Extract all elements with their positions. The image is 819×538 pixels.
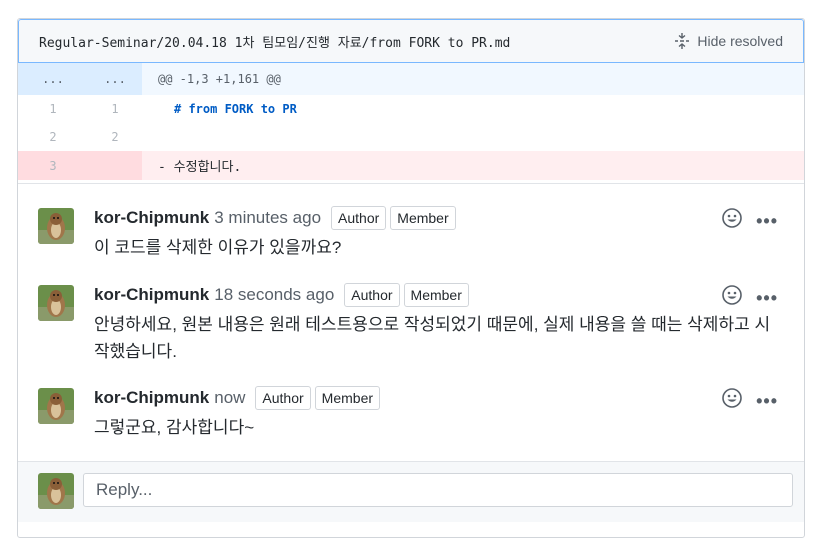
line-number-right[interactable]: 1 — [88, 95, 142, 123]
member-badge: Member — [390, 206, 456, 230]
line-number-right[interactable]: 2 — [88, 123, 142, 151]
more-options-icon[interactable]: ••• — [756, 212, 778, 230]
hide-resolved-label: Hide resolved — [697, 33, 783, 49]
hide-resolved-button[interactable]: Hide resolved — [673, 32, 783, 50]
hunk-expand-right[interactable]: ... — [88, 63, 142, 95]
comment-header: kor-Chipmunk 3 minutes ago Author Member — [94, 206, 460, 230]
code-line: # from FORK to PR — [174, 102, 297, 116]
reply-input[interactable]: Reply... — [83, 473, 793, 507]
diff-table: ... ... @@ -1,3 +1,161 @@ 1 1 # from FOR… — [18, 63, 804, 180]
hunk-row: ... ... @@ -1,3 +1,161 @@ — [18, 63, 804, 95]
line-number-left[interactable]: 3 — [18, 151, 88, 180]
comment-actions: ••• — [722, 285, 778, 310]
comment-author[interactable]: kor-Chipmunk — [94, 388, 209, 408]
author-badge: Author — [255, 386, 311, 410]
line-number-left[interactable]: 1 — [18, 95, 88, 123]
member-badge: Member — [314, 386, 381, 410]
comment-header: kor-Chipmunk now Author Member — [94, 386, 384, 410]
review-thread-panel: Regular-Seminar/20.04.18 1차 팀모임/진행 자료/fr… — [17, 18, 805, 538]
comment-thread: kor-Chipmunk 3 minutes ago Author Member… — [18, 183, 804, 462]
hunk-expand-left[interactable]: ... — [18, 63, 88, 95]
comment-body: 그렇군요, 감사합니다~ — [94, 418, 255, 437]
add-reaction-icon[interactable] — [722, 208, 742, 233]
comment-time[interactable]: now — [214, 388, 245, 408]
avatar[interactable] — [38, 285, 74, 321]
reply-bar: Reply... — [18, 461, 804, 522]
member-badge: Member — [403, 283, 469, 307]
avatar[interactable] — [38, 208, 74, 244]
fold-icon — [673, 32, 691, 50]
avatar[interactable] — [38, 388, 74, 424]
comment-author[interactable]: kor-Chipmunk — [94, 285, 209, 305]
more-options-icon[interactable]: ••• — [756, 392, 778, 410]
comment-time[interactable]: 3 minutes ago — [214, 208, 321, 228]
comment-header: kor-Chipmunk 18 seconds ago Author Membe… — [94, 283, 473, 307]
more-options-icon[interactable]: ••• — [756, 289, 778, 307]
add-reaction-icon[interactable] — [722, 285, 742, 310]
line-number-right — [88, 151, 142, 180]
comment-actions: ••• — [722, 208, 778, 233]
diff-row-context: 2 2 — [18, 123, 804, 151]
hunk-header: @@ -1,3 +1,161 @@ — [142, 63, 804, 95]
comment-actions: ••• — [722, 388, 778, 413]
comment-time[interactable]: 18 seconds ago — [214, 285, 334, 305]
code-line: - 수정합니다. — [158, 160, 242, 175]
comment-body: 이 코드를 삭제한 이유가 있을까요? — [94, 238, 342, 257]
diff-row-context: 1 1 # from FORK to PR — [18, 95, 804, 123]
line-number-left[interactable]: 2 — [18, 123, 88, 151]
author-badge: Author — [344, 283, 400, 307]
comment-author[interactable]: kor-Chipmunk — [94, 208, 209, 228]
file-header: Regular-Seminar/20.04.18 1차 팀모임/진행 자료/fr… — [18, 19, 804, 63]
add-reaction-icon[interactable] — [722, 388, 742, 413]
avatar — [38, 473, 74, 509]
author-badge: Author — [331, 206, 387, 230]
file-path[interactable]: Regular-Seminar/20.04.18 1차 팀모임/진행 자료/fr… — [39, 32, 510, 51]
comment-body: 안녕하세요, 원본 내용은 원래 테스트용으로 작성되었기 때문에, 실제 내용… — [94, 315, 771, 361]
diff-row-deletion: 3 - 수정합니다. — [18, 151, 804, 180]
